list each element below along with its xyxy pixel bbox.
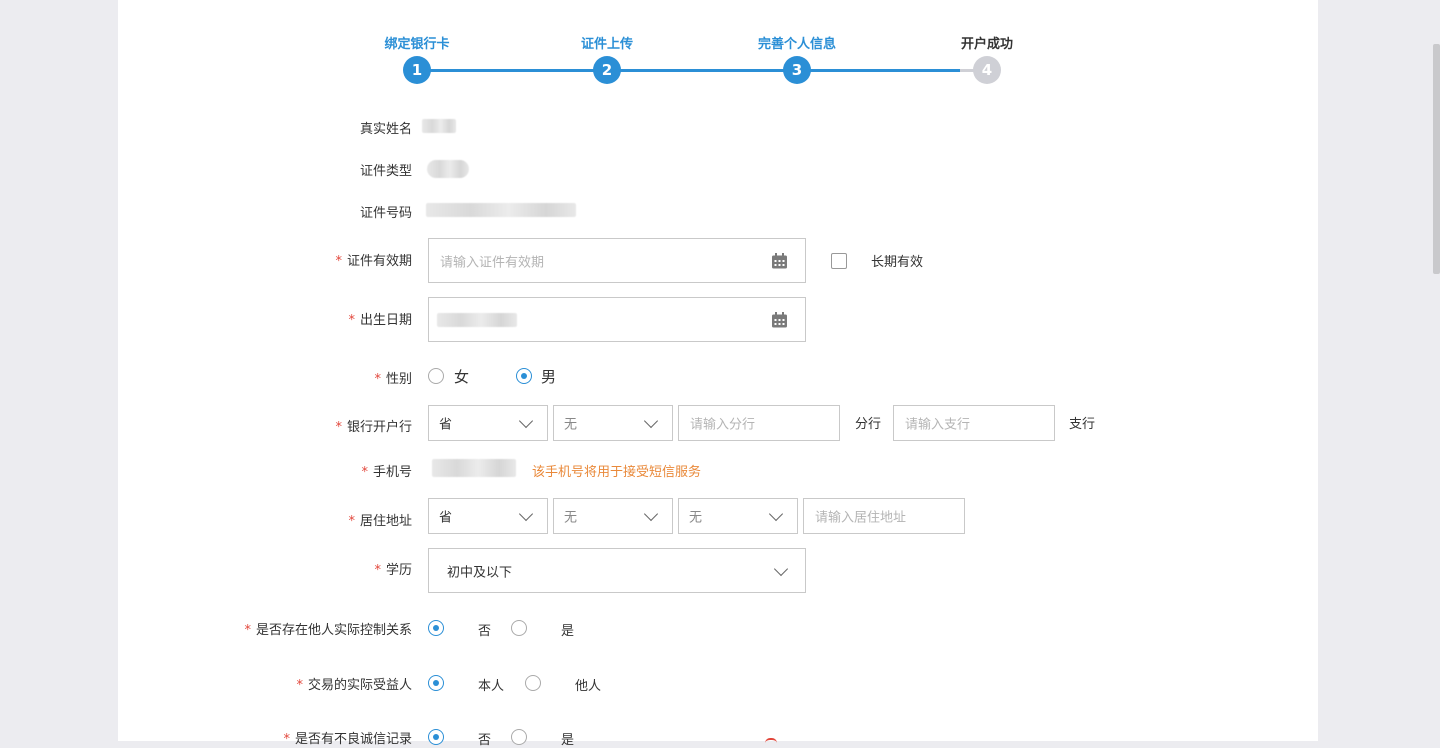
control-no-radio[interactable] <box>428 620 444 636</box>
gender-male-radio[interactable] <box>516 368 532 384</box>
control-yes-radio[interactable] <box>511 620 527 636</box>
chevron-down-icon <box>643 506 659 522</box>
step-progress-line <box>417 69 987 72</box>
long-term-label: 长期有效 <box>871 255 924 270</box>
control-yes-label: 是 <box>561 624 575 639</box>
required-mark: * <box>348 514 355 529</box>
step-circle-1: 1 <box>403 56 431 84</box>
required-mark: * <box>335 420 342 435</box>
real-name-value-redacted <box>422 119 456 133</box>
step-circle-4: 4 <box>973 56 1001 84</box>
control-relation-label: * 是否存在他人实际控制关系 <box>244 623 412 638</box>
required-mark: * <box>296 678 303 693</box>
phone-label: * 手机号 <box>361 465 412 480</box>
education-label: * 学历 <box>374 563 412 578</box>
id-type-label: 证件类型 <box>359 164 412 179</box>
education-select[interactable]: 初中及以下 <box>428 548 806 593</box>
chevron-down-icon <box>518 506 534 522</box>
bank-branch-suffix: 分行 <box>855 417 882 432</box>
chevron-down-icon <box>518 413 534 429</box>
chevron-down-icon <box>643 413 659 429</box>
bank-label: * 银行开户行 <box>335 420 412 435</box>
required-mark: * <box>244 623 251 638</box>
beneficiary-self-label: 本人 <box>478 679 505 694</box>
long-term-checkbox[interactable] <box>831 253 847 269</box>
page-scrollbar[interactable] <box>1433 44 1440 274</box>
required-mark: * <box>374 372 381 387</box>
gender-male-label: 男 <box>541 368 557 386</box>
required-mark: * <box>348 313 355 328</box>
address-detail-input[interactable]: 请输入居住地址 <box>803 498 965 534</box>
step-label-2: 证件上传 <box>580 37 634 52</box>
id-type-value-redacted <box>427 160 469 178</box>
gender-label: * 性别 <box>374 372 412 387</box>
bank-sub-branch-input[interactable]: 请输入支行 <box>893 405 1055 441</box>
step-label-4: 开户成功 <box>960 37 1014 52</box>
birth-date-label: * 出生日期 <box>348 313 412 328</box>
address-province-select[interactable]: 省 <box>428 498 548 534</box>
required-mark: * <box>283 732 290 747</box>
step-circle-3: 3 <box>783 56 811 84</box>
credit-no-label: 否 <box>478 733 492 748</box>
step-circle-2: 2 <box>593 56 621 84</box>
phone-value-redacted <box>432 459 516 477</box>
beneficiary-other-radio[interactable] <box>525 675 541 691</box>
bank-province-select[interactable]: 省 <box>428 405 548 441</box>
beneficiary-self-radio[interactable] <box>428 675 444 691</box>
gender-female-label: 女 <box>454 368 470 386</box>
id-number-value-redacted <box>426 203 576 217</box>
real-name-label: 真实姓名 <box>359 122 412 137</box>
birth-date-input[interactable] <box>428 297 806 342</box>
step-label-1: 绑定银行卡 <box>384 37 450 52</box>
chevron-down-icon <box>768 506 784 522</box>
calendar-icon[interactable] <box>771 252 788 269</box>
bank-city-select[interactable]: 无 <box>553 405 673 441</box>
address-city-select[interactable]: 无 <box>553 498 673 534</box>
id-validity-label: * 证件有效期 <box>335 254 412 269</box>
credit-yes-radio[interactable] <box>511 729 527 745</box>
beneficiary-label: * 交易的实际受益人 <box>296 678 412 693</box>
gender-female-radio[interactable] <box>428 368 444 384</box>
id-validity-input[interactable]: 请输入证件有效期 <box>428 238 806 283</box>
credit-yes-label: 是 <box>561 733 575 748</box>
id-number-label: 证件号码 <box>359 206 412 221</box>
required-mark: * <box>361 465 368 480</box>
credit-record-label: * 是否有不良诚信记录 <box>283 732 412 747</box>
address-label: * 居住地址 <box>348 514 412 529</box>
step-label-3: 完善个人信息 <box>757 37 837 52</box>
phone-hint: 该手机号将用于接受短信服务 <box>532 465 702 480</box>
required-mark: * <box>374 563 381 578</box>
bank-sub-branch-suffix: 支行 <box>1069 417 1096 432</box>
chevron-down-icon <box>773 561 789 576</box>
beneficiary-other-label: 他人 <box>575 679 602 694</box>
birth-date-value-redacted <box>437 313 517 327</box>
required-mark: * <box>335 254 342 269</box>
bank-branch-input[interactable]: 请输入分行 <box>678 405 840 441</box>
control-no-label: 否 <box>478 624 492 639</box>
address-district-select[interactable]: 无 <box>678 498 798 534</box>
credit-no-radio[interactable] <box>428 729 444 745</box>
id-validity-placeholder: 请输入证件有效期 <box>440 255 545 270</box>
calendar-icon[interactable] <box>771 311 788 328</box>
